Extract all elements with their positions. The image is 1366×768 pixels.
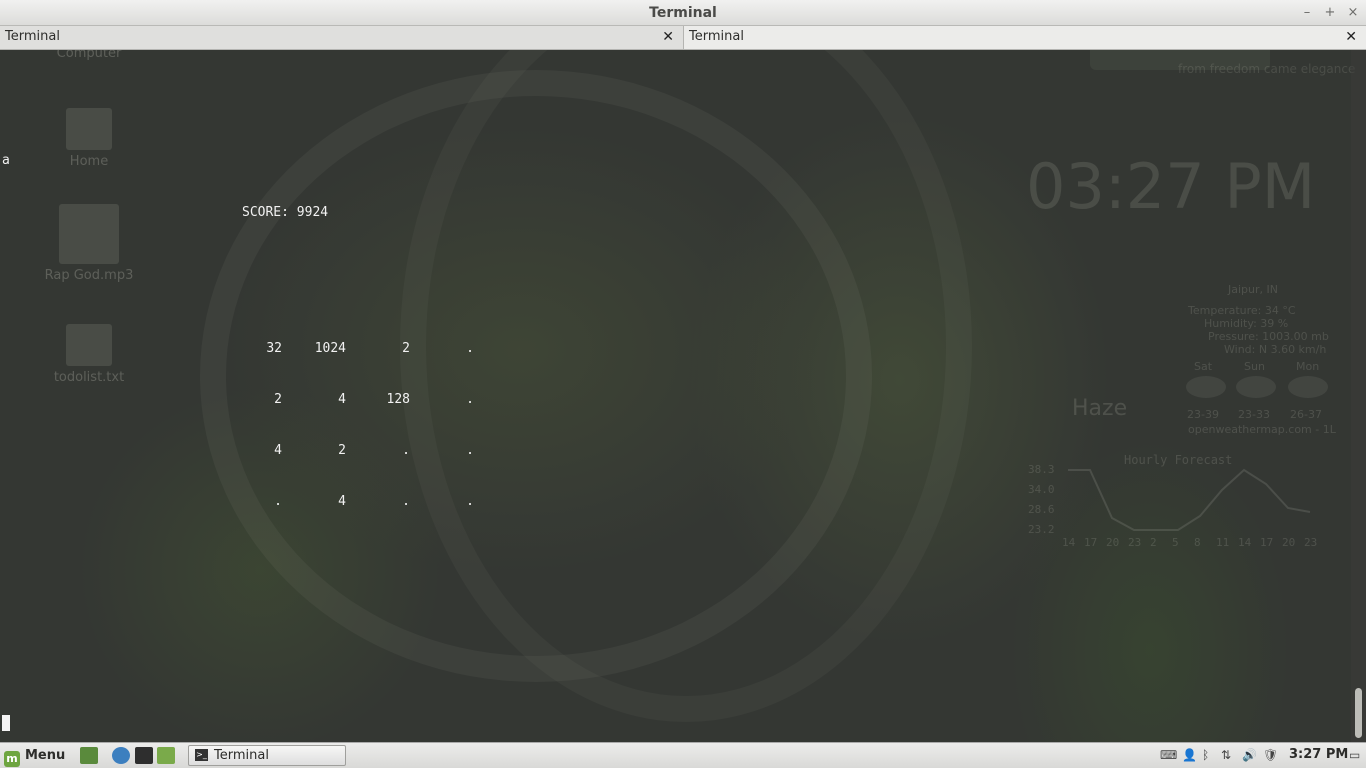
window-title: Terminal (649, 5, 717, 21)
weather-pressure: Pressure: 1003.00 mb (1208, 330, 1329, 343)
forecast-line (1068, 468, 1311, 531)
close-tab-icon[interactable]: ✕ (1345, 26, 1357, 48)
cloud-icon (1236, 376, 1276, 398)
board-cell: . (402, 443, 410, 458)
close-tab-icon[interactable]: ✕ (662, 26, 674, 48)
update-shield-icon[interactable]: 🛡 (1263, 748, 1278, 762)
board-cell: . (466, 494, 474, 509)
volume-icon[interactable]: 🔊 (1242, 748, 1257, 762)
terminal-cursor (2, 715, 10, 731)
forecast-x-tick: 20 (1106, 536, 1120, 549)
tab-label: Terminal (689, 29, 744, 44)
weather-humidity: Humidity: 39 % (1204, 317, 1289, 330)
menu-label: Menu (25, 748, 66, 763)
desktop-icon-home: Home (44, 108, 134, 169)
forecast-x-tick: 2 (1150, 536, 1157, 549)
terminal-scrollbar[interactable] (1351, 50, 1366, 742)
desktop-icon-label: Rap God.mp3 (44, 268, 134, 283)
weather-source: openweathermap.com - 1L (1188, 423, 1336, 436)
forecast-x-tick: 11 (1216, 536, 1230, 549)
weather-day: Sat (1194, 360, 1213, 373)
terminal-first-line: a (2, 153, 10, 168)
weather-range: 23-33 (1238, 408, 1270, 421)
terminal-icon: >_ (195, 749, 208, 761)
browser-icon[interactable] (112, 747, 130, 764)
show-desktop-icon[interactable] (80, 747, 98, 764)
forecast-x-tick: 23 (1128, 536, 1142, 549)
board-cell: . (466, 341, 474, 356)
game-score: SCORE: 9924 (242, 205, 329, 220)
board-cell: 32 (266, 341, 282, 356)
desktop-clock: 03:27 PM (1026, 150, 1316, 223)
board-cell: . (402, 494, 410, 509)
board-cell: . (466, 443, 474, 458)
maximize-button[interactable]: + (1321, 4, 1339, 22)
weather-wind: Wind: N 3.60 km/h (1224, 343, 1327, 356)
forecast-y-tick: 28.6 (1028, 503, 1055, 516)
forecast-x-tick: 17 (1260, 536, 1274, 549)
taskbar-window-label: Terminal (214, 748, 269, 763)
bluetooth-icon[interactable]: ᛒ (1202, 748, 1209, 762)
folder-icon (66, 108, 112, 150)
board-cell: 2 (274, 392, 282, 407)
minimize-button[interactable]: – (1298, 4, 1316, 22)
desktop-icon-label: todolist.txt (53, 370, 125, 385)
board-cell: 4 (338, 494, 346, 509)
forecast-x-tick: 5 (1172, 536, 1179, 549)
weather-range: 23-39 (1187, 408, 1219, 421)
menu-button[interactable]: m Menu (4, 746, 66, 767)
desktop-icon-label: Computer (56, 50, 122, 61)
cloud-icon (1186, 376, 1226, 398)
desktop-icon-todolist: todolist.txt (44, 324, 134, 385)
desktop-icon-rapgod: Rap God.mp3 (44, 204, 134, 283)
keyboard-icon[interactable]: ⌨ (1160, 748, 1177, 762)
terminal-launcher-icon[interactable] (135, 747, 153, 764)
forecast-x-tick: 14 (1238, 536, 1252, 549)
forecast-y-tick: 34.0 (1028, 483, 1055, 496)
cloud-icon (1288, 376, 1328, 398)
close-window-button[interactable]: × (1344, 4, 1362, 22)
forecast-x-tick: 23 (1304, 536, 1318, 549)
board-cell: . (274, 494, 282, 509)
terminal-viewport[interactable]: Computer Home Rap God.mp3 todolist.txt f… (0, 50, 1366, 742)
board-cell: . (466, 392, 474, 407)
text-file-icon (66, 324, 112, 366)
tab-bar: Terminal ✕ Terminal ✕ (0, 26, 1366, 50)
weather-location: Jaipur, IN (1228, 283, 1278, 296)
board-cell: 128 (386, 392, 410, 407)
taskbar-clock[interactable]: 3:27 PM (1289, 747, 1348, 762)
desktop-icon-label: Home (69, 154, 109, 169)
weather-condition: Haze (1072, 396, 1128, 421)
board-cell: 4 (338, 392, 346, 407)
weather-day: Sun (1244, 360, 1265, 373)
user-icon[interactable]: 👤 (1182, 748, 1197, 762)
audio-file-icon (59, 204, 119, 264)
tab-terminal-2[interactable]: Terminal ✕ (684, 26, 1366, 49)
mint-logo-icon: m (4, 751, 20, 767)
network-icon[interactable]: ⇅ (1221, 748, 1231, 762)
forecast-y-tick: 23.2 (1028, 523, 1055, 536)
show-windows-icon[interactable]: ▭ (1349, 748, 1360, 762)
tab-label: Terminal (5, 29, 60, 44)
scrollbar-thumb[interactable] (1355, 688, 1362, 738)
weather-temperature: Temperature: 34 °C (1188, 304, 1296, 317)
forecast-x-tick: 20 (1282, 536, 1296, 549)
tab-terminal-1[interactable]: Terminal ✕ (0, 26, 684, 49)
brand-tagline: from freedom came elegance (1178, 62, 1356, 76)
forecast-x-tick: 14 (1062, 536, 1076, 549)
weather-range: 26-37 (1290, 408, 1322, 421)
taskbar: m Menu >_ Terminal ⌨ 👤 ᛒ ⇅ 🔊 🛡 3:27 PM ▭ (0, 742, 1366, 768)
weather-day: Mon (1296, 360, 1320, 373)
window-titlebar[interactable]: Terminal – + × (0, 0, 1366, 26)
files-icon[interactable] (157, 747, 175, 764)
forecast-x-tick: 17 (1084, 536, 1098, 549)
board-cell: 2 (338, 443, 346, 458)
board-cell: 4 (274, 443, 282, 458)
forecast-x-tick: 8 (1194, 536, 1201, 549)
board-cell: 2 (402, 341, 410, 356)
forecast-y-tick: 38.3 (1028, 463, 1055, 476)
desktop-icon-computer: Computer (44, 50, 134, 61)
taskbar-window-terminal[interactable]: >_ Terminal (188, 745, 346, 766)
board-cell: 1024 (314, 341, 346, 356)
